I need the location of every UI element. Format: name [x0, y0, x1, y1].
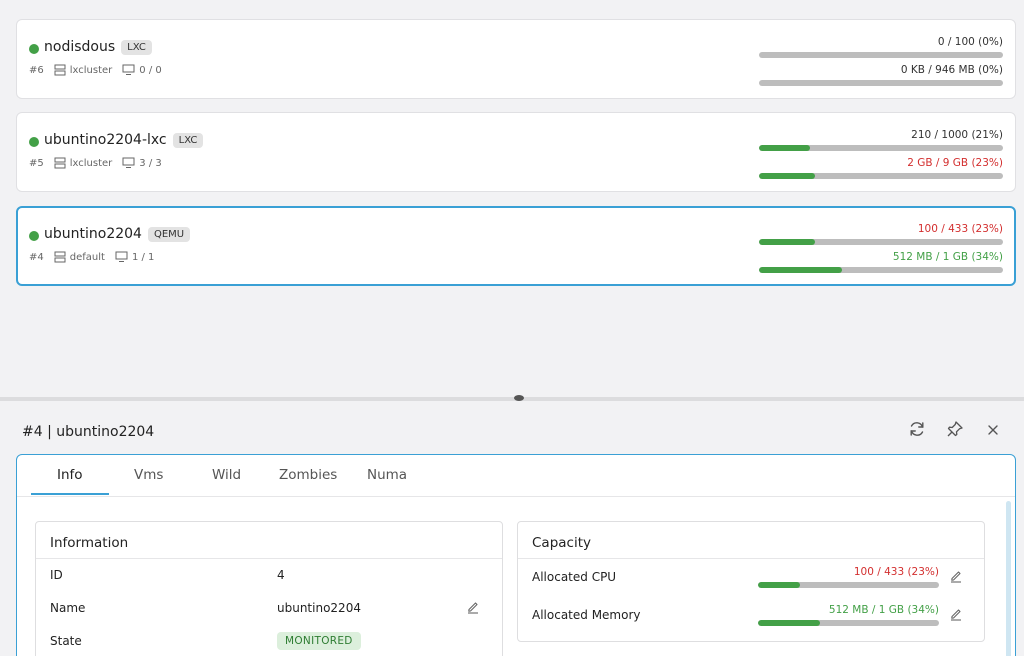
host-meta: #5 lxcluster 3 / 3: [29, 157, 162, 169]
detail-panel: Info Vms Wild Zombies Numa Information I…: [16, 454, 1016, 656]
cluster-name: lxcluster: [69, 157, 113, 169]
cpu-usage-fill: [759, 145, 811, 151]
tab-info[interactable]: Info: [57, 467, 83, 483]
refresh-icon: [908, 420, 926, 442]
info-key-name: Name: [50, 601, 86, 615]
state-badge: MONITORED: [277, 632, 361, 650]
memory-usage-fill: [759, 173, 816, 179]
edit-icon: [949, 568, 963, 587]
host-id: #5: [29, 157, 44, 169]
splitter-handle[interactable]: [514, 395, 524, 401]
information-section: Information ID 4 Name ubuntino2204 State…: [35, 521, 503, 656]
tab-bar: Info Vms Wild Zombies Numa: [17, 455, 1015, 497]
scrollbar[interactable]: [1006, 501, 1011, 656]
cpu-usage-fill: [759, 239, 816, 245]
cpu-usage-bar: [759, 52, 1003, 58]
host-name: ubuntino2204-lxc LXC: [44, 132, 204, 148]
host-meta: #4 default 1 / 1: [29, 251, 154, 263]
memory-usage-label: 2 GB / 9 GB (23%): [907, 157, 1003, 169]
detail-title: #4 | ubuntino2204: [22, 424, 155, 440]
pin-button[interactable]: [944, 420, 966, 442]
allocated-memory-label: 512 MB / 1 GB (34%): [828, 604, 939, 616]
type-badge: LXC: [172, 133, 204, 148]
capacity-key-memory: Allocated Memory: [532, 608, 641, 622]
edit-name-button[interactable]: [465, 600, 481, 616]
divider: [518, 558, 984, 559]
status-dot: [29, 231, 39, 241]
info-key-id: ID: [50, 568, 63, 582]
pin-icon: [946, 420, 964, 442]
host-card-selected[interactable]: ubuntino2204 QEMU #4 default 1 / 1 100 / …: [16, 206, 1016, 286]
host-card[interactable]: ubuntino2204-lxc LXC #5 lxcluster 3 / 3 2…: [16, 112, 1016, 192]
monitor-icon: [115, 251, 128, 263]
capacity-section: Capacity Allocated CPU 100 / 433 (23%) A…: [517, 521, 985, 642]
memory-usage-label: 0 KB / 946 MB (0%): [900, 64, 1003, 76]
close-icon: [986, 422, 1000, 441]
capacity-key-cpu: Allocated CPU: [532, 570, 617, 584]
cluster-name: lxcluster: [69, 64, 113, 76]
cluster-name: default: [69, 251, 105, 263]
allocated-cpu-fill: [758, 582, 800, 588]
cpu-usage-label: 100 / 433 (23%): [917, 223, 1003, 235]
capacity-title: Capacity: [532, 535, 591, 551]
edit-icon: [949, 606, 963, 625]
active-tab-indicator: [31, 493, 109, 495]
status-dot: [29, 44, 39, 54]
info-value-name: ubuntino2204: [277, 601, 361, 615]
memory-usage-label: 512 MB / 1 GB (34%): [892, 251, 1003, 263]
cpu-usage-bar: [759, 145, 1003, 151]
host-id: #6: [29, 64, 44, 76]
vm-count: 1 / 1: [131, 251, 155, 263]
status-dot: [29, 137, 39, 147]
info-value-id: 4: [277, 568, 285, 582]
host-name: ubuntino2204 QEMU: [44, 226, 191, 242]
type-badge: LXC: [121, 40, 152, 55]
vm-count: 0 / 0: [139, 64, 162, 76]
cpu-usage-label: 0 / 100 (0%): [937, 36, 1003, 48]
tab-numa[interactable]: Numa: [367, 467, 407, 483]
allocated-cpu-bar: [758, 582, 939, 588]
edit-cpu-button[interactable]: [948, 569, 964, 585]
memory-usage-fill: [759, 267, 842, 273]
allocated-memory-bar: [758, 620, 939, 626]
divider: [36, 558, 502, 559]
close-button[interactable]: [982, 420, 1004, 442]
refresh-button[interactable]: [906, 420, 928, 442]
info-key-state: State: [50, 634, 82, 648]
monitor-icon: [122, 64, 135, 76]
allocated-cpu-label: 100 / 433 (23%): [853, 566, 939, 578]
cluster-icon: [54, 64, 66, 76]
information-title: Information: [50, 535, 129, 551]
panel-splitter[interactable]: [0, 395, 1024, 401]
host-meta: #6 lxcluster 0 / 0: [29, 64, 162, 76]
memory-usage-bar: [759, 267, 1003, 273]
allocated-memory-fill: [758, 620, 820, 626]
tab-zombies[interactable]: Zombies: [279, 467, 337, 483]
host-card[interactable]: nodisdous LXC #6 lxcluster 0 / 0 0 / 100 …: [16, 19, 1016, 99]
tab-vms[interactable]: Vms: [134, 467, 163, 483]
vm-count: 3 / 3: [139, 157, 162, 169]
cpu-usage-bar: [759, 239, 1003, 245]
edit-icon: [466, 599, 480, 618]
tab-wild[interactable]: Wild: [212, 467, 241, 483]
cpu-usage-label: 210 / 1000 (21%): [911, 129, 1003, 141]
type-badge: QEMU: [147, 227, 191, 242]
host-id: #4: [29, 251, 44, 263]
memory-usage-bar: [759, 80, 1003, 86]
monitor-icon: [122, 157, 135, 169]
edit-memory-button[interactable]: [948, 607, 964, 623]
memory-usage-bar: [759, 173, 1003, 179]
cluster-icon: [54, 251, 66, 263]
cluster-icon: [54, 157, 66, 169]
host-name: nodisdous LXC: [44, 39, 152, 55]
